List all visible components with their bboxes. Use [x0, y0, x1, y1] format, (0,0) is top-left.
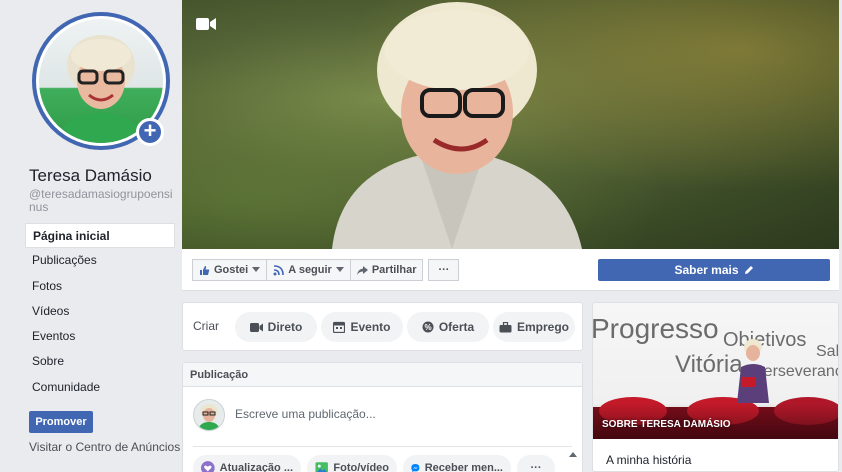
scroll-up-arrow-icon[interactable] — [568, 449, 578, 472]
follow-button[interactable]: A seguir — [266, 259, 351, 281]
page-nav: Página inicial Publicações Fotos Vídeos … — [25, 223, 175, 400]
heart-badge-icon — [201, 461, 215, 472]
page-name: Teresa Damásio — [29, 166, 152, 185]
more-publication-options-label: ··· — [530, 462, 542, 472]
more-options-label: ··· — [438, 264, 450, 276]
photo-video-label: Foto/vídeo — [333, 462, 389, 472]
composer-portrait-icon — [194, 400, 224, 430]
create-label: Criar — [193, 319, 219, 333]
about-card[interactable]: Progresso Objetivos Vitória Sabe Perseve… — [592, 302, 839, 472]
photo-video-button[interactable]: Foto/vídeo — [307, 455, 397, 472]
job-button[interactable]: Emprego — [493, 312, 575, 342]
more-options-button[interactable]: ··· — [428, 259, 460, 281]
create-card: Criar Direto Evento % Oferta Emprego — [182, 302, 583, 351]
nav-item-posts[interactable]: Publicações — [25, 248, 175, 273]
event-button-label: Evento — [350, 320, 391, 334]
status-update-label: Atualização ... — [219, 462, 293, 472]
nav-item-events[interactable]: Eventos — [25, 324, 175, 349]
event-button[interactable]: Evento — [321, 312, 403, 342]
chevron-down-icon — [252, 267, 261, 272]
add-profile-photo-button[interactable]: + — [136, 118, 164, 146]
nav-item-home[interactable]: Página inicial — [25, 223, 175, 248]
page-handle[interactable]: @teresadamasiogrupoensinus — [29, 188, 177, 214]
get-messages-button[interactable]: Receber men... — [403, 455, 511, 472]
nav-item-videos[interactable]: Vídeos — [25, 299, 175, 324]
like-button[interactable]: Gostei — [192, 259, 268, 281]
share-arrow-icon — [356, 265, 368, 275]
live-button[interactable]: Direto — [235, 312, 317, 342]
briefcase-icon — [499, 321, 512, 332]
photo-icon — [315, 462, 328, 472]
offer-button-label: Oferta — [438, 320, 475, 334]
composer-divider — [193, 446, 572, 447]
ads-center-link[interactable]: Visitar o Centro de Anúncios — [29, 440, 180, 454]
like-button-label: Gostei — [214, 264, 249, 276]
page-action-bar: Gostei A seguir Partilhar ··· Saber mais — [182, 249, 839, 291]
page-action-buttons: Gostei A seguir Partilhar ··· — [192, 259, 460, 281]
job-button-label: Emprego — [516, 320, 569, 334]
about-section-label[interactable]: SOBRE TERESA DAMÁSIO — [602, 419, 731, 430]
rss-icon — [273, 264, 285, 275]
status-update-button[interactable]: Atualização ... — [193, 455, 301, 472]
cover-portrait-icon — [332, 2, 582, 249]
video-camera-icon — [249, 322, 263, 332]
more-publication-options-button[interactable]: ··· — [517, 455, 555, 472]
nav-item-about[interactable]: Sobre — [25, 349, 175, 374]
share-button-label: Partilhar — [371, 264, 417, 276]
get-messages-label: Receber men... — [424, 462, 503, 472]
composer-input[interactable]: Escreve uma publicação... — [235, 407, 376, 421]
about-story-title[interactable]: A minha história — [606, 453, 691, 467]
promote-button[interactable]: Promover — [29, 411, 93, 433]
follow-button-label: A seguir — [288, 264, 332, 276]
svg-text:%: % — [424, 323, 431, 332]
publication-header: Publicação — [183, 363, 582, 387]
nav-item-photos[interactable]: Fotos — [25, 274, 175, 299]
learn-more-label: Saber mais — [674, 263, 739, 277]
thumbs-up-icon — [200, 265, 210, 275]
offer-button[interactable]: % Oferta — [407, 312, 489, 342]
left-sidebar: + Teresa Damásio @teresadamasiogrupoensi… — [0, 0, 182, 472]
publication-card: Publicação Escreve uma publicação... Atu… — [182, 362, 583, 472]
live-button-label: Direto — [267, 320, 303, 334]
share-button[interactable]: Partilhar — [349, 259, 424, 281]
nav-item-community[interactable]: Comunidade — [25, 375, 175, 400]
offer-tag-icon: % — [422, 321, 434, 333]
pencil-icon — [744, 266, 753, 274]
learn-more-button[interactable]: Saber mais — [598, 259, 830, 281]
calendar-icon — [333, 321, 346, 333]
composer-avatar — [193, 399, 225, 431]
cover-photo[interactable] — [182, 0, 839, 249]
messenger-icon — [411, 463, 420, 472]
chevron-down-icon — [335, 267, 344, 272]
